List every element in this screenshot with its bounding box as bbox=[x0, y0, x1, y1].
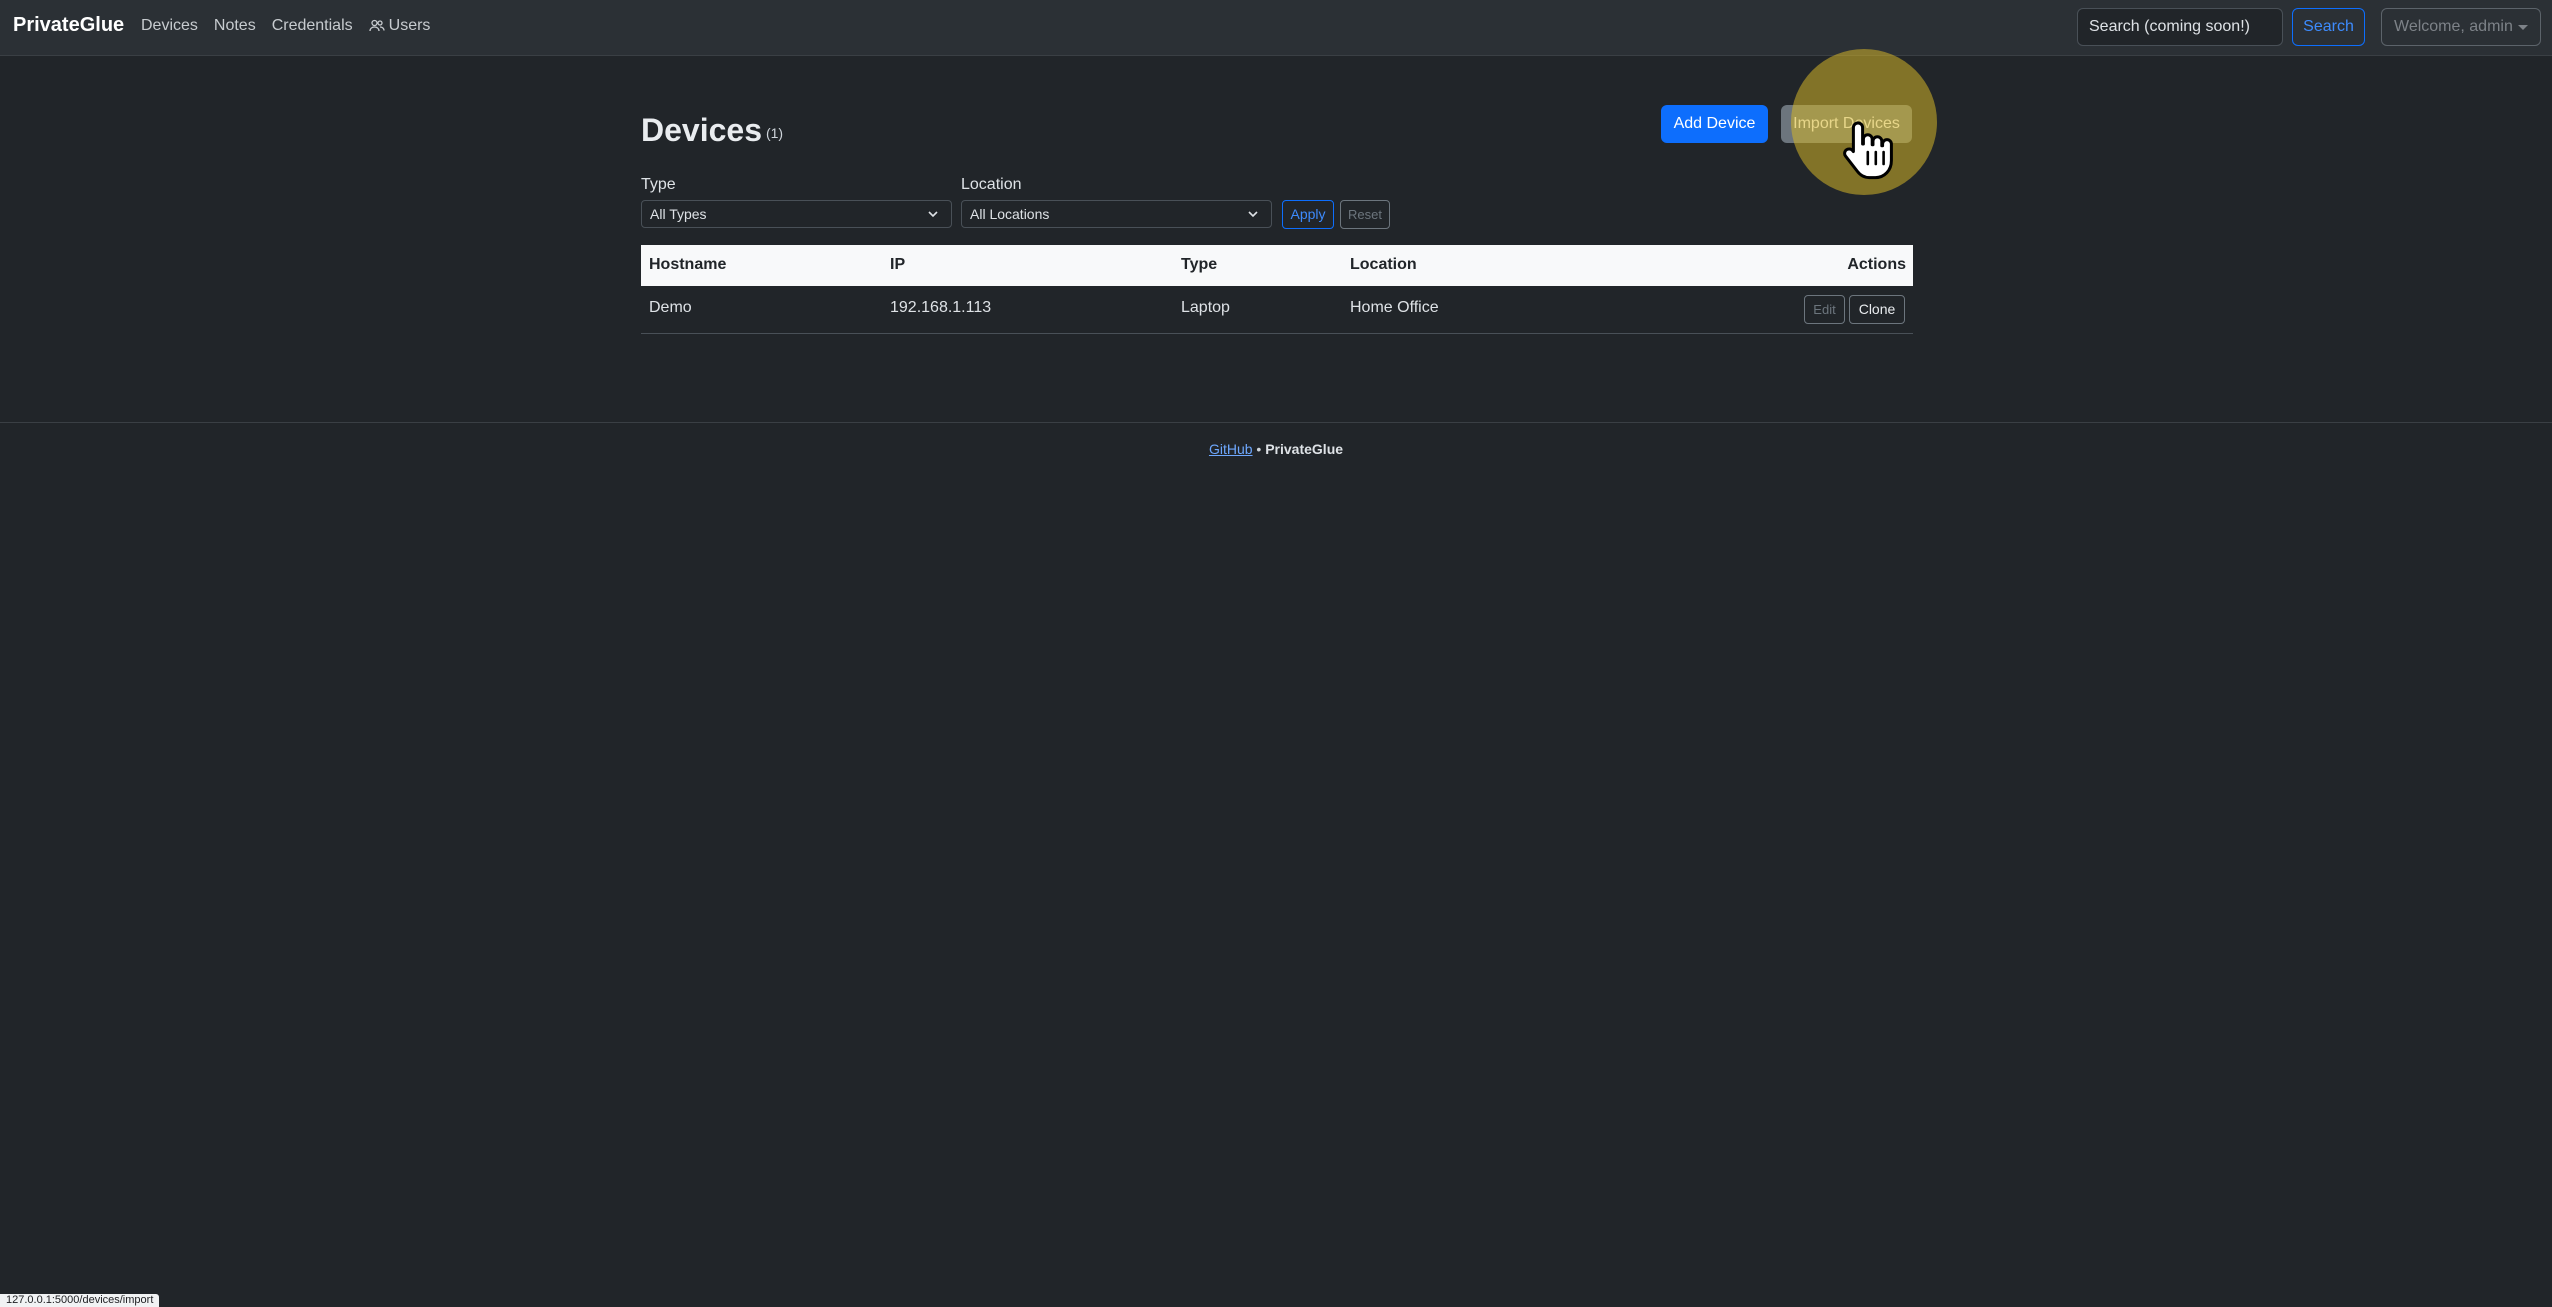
cell-hostname[interactable]: Demo bbox=[649, 299, 692, 317]
location-filter-value: All Locations bbox=[970, 206, 1050, 222]
add-device-button[interactable]: Add Device bbox=[1661, 105, 1768, 143]
apply-filter-button[interactable]: Apply bbox=[1282, 200, 1334, 229]
caret-down-icon bbox=[2518, 25, 2528, 30]
github-link[interactable]: GitHub bbox=[1209, 441, 1253, 457]
table-row: Demo 192.168.1.113 Laptop Home Office Ed… bbox=[641, 286, 1913, 334]
table-header: Hostname IP Type Location Actions bbox=[641, 245, 1913, 286]
reset-filter-button[interactable]: Reset bbox=[1340, 200, 1390, 229]
column-header-hostname[interactable]: Hostname bbox=[649, 256, 726, 274]
footer-divider bbox=[0, 422, 2552, 423]
chevron-down-icon bbox=[928, 211, 938, 218]
page-title-text: Devices bbox=[641, 112, 762, 148]
nav-links: Devices Notes Credentials Users bbox=[141, 17, 430, 35]
column-header-actions: Actions bbox=[1847, 256, 1906, 273]
brand-logo[interactable]: PrivateGlue bbox=[13, 14, 124, 37]
footer-brand: PrivateGlue bbox=[1265, 441, 1344, 457]
location-filter-label: Location bbox=[961, 176, 1022, 193]
status-bar-url: 127.0.0.1:5000/devices/import bbox=[0, 1294, 160, 1307]
devices-table: Hostname IP Type Location Actions Demo 1… bbox=[641, 245, 1913, 334]
search-input[interactable] bbox=[2077, 8, 2283, 46]
device-count: (1) bbox=[765, 124, 784, 141]
column-header-ip[interactable]: IP bbox=[890, 256, 905, 274]
user-menu-label: Welcome, admin bbox=[2394, 18, 2513, 35]
cell-location: Home Office bbox=[1350, 299, 1439, 316]
footer: GitHub • PrivateGlue bbox=[0, 441, 2552, 457]
edit-button[interactable]: Edit bbox=[1804, 295, 1845, 324]
page-title: Devices (1) bbox=[641, 112, 783, 149]
type-filter-label: Type bbox=[641, 176, 676, 193]
column-header-location[interactable]: Location bbox=[1350, 256, 1417, 274]
nav-item-users[interactable]: Users bbox=[368, 17, 431, 35]
type-filter-select[interactable]: All Types bbox=[641, 200, 952, 228]
cell-ip: 192.168.1.113 bbox=[890, 299, 992, 316]
search-button[interactable]: Search bbox=[2292, 8, 2365, 46]
nav-item-devices[interactable]: Devices bbox=[141, 17, 198, 35]
nav-item-credentials[interactable]: Credentials bbox=[272, 17, 353, 35]
cell-type: Laptop bbox=[1181, 299, 1230, 316]
footer-separator: • bbox=[1256, 441, 1262, 457]
type-filter-value: All Types bbox=[650, 206, 707, 222]
column-header-type[interactable]: Type bbox=[1181, 256, 1217, 274]
nav-item-users-label: Users bbox=[388, 17, 431, 34]
chevron-down-icon bbox=[1248, 211, 1258, 218]
navbar: PrivateGlue Devices Notes Credentials Us… bbox=[0, 0, 2552, 56]
user-menu-dropdown[interactable]: Welcome, admin bbox=[2381, 8, 2541, 46]
users-icon bbox=[368, 19, 385, 32]
nav-item-notes[interactable]: Notes bbox=[214, 17, 256, 35]
location-filter-select[interactable]: All Locations bbox=[961, 200, 1272, 228]
import-devices-button[interactable]: Import Devices bbox=[1781, 105, 1912, 143]
clone-button[interactable]: Clone bbox=[1849, 295, 1905, 324]
